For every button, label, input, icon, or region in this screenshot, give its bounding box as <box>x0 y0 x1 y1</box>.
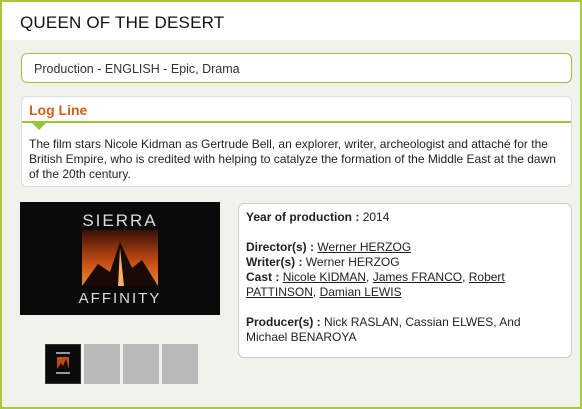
sierra-affinity-logo: SIERRA AFFINITY <box>20 202 220 315</box>
producer-label: Producer(s) : <box>246 315 321 329</box>
title-bar: QUEEN OF THE DESERT <box>2 2 580 40</box>
year-label: Year of production : <box>246 210 360 224</box>
writer-row: Writer(s) : Werner HERZOG <box>246 255 564 270</box>
poster-image[interactable]: SIERRA AFFINITY <box>20 202 220 315</box>
director-link[interactable]: Werner HERZOG <box>317 240 411 254</box>
year-value: 2014 <box>362 210 390 224</box>
cast-label: Cast : <box>246 270 280 284</box>
writer-value: Werner HERZOG <box>305 255 400 269</box>
logline-text: The film stars Nicole Kidman as Gertrude… <box>29 137 556 181</box>
logline-heading: Log Line <box>29 102 88 118</box>
cast-link[interactable]: Damian LEWIS <box>320 285 402 299</box>
thumbnail-logo-icon <box>56 352 70 374</box>
producer-row: Producer(s) : Nick RASLAN, Cassian ELWES… <box>246 315 564 345</box>
thumbnail-1[interactable] <box>45 344 81 384</box>
cast-row: Cast : Nicole KIDMAN, James FRANCO, Robe… <box>246 270 505 299</box>
logo-text-top: SIERRA <box>82 211 157 230</box>
cast-link[interactable]: Nicole KIDMAN <box>283 270 366 284</box>
logline-pointer-icon <box>32 123 46 130</box>
production-info-text: Production - ENGLISH - Epic, Drama <box>34 62 240 76</box>
director-row: Director(s) : Werner HERZOG <box>246 240 564 255</box>
thumbnail-3[interactable] <box>123 344 159 384</box>
year-row: Year of production : 2014 <box>246 210 564 225</box>
page-title: QUEEN OF THE DESERT <box>20 13 225 32</box>
cast-link[interactable]: James FRANCO <box>373 270 462 284</box>
director-label: Director(s) : <box>246 240 315 254</box>
thumbnail-2[interactable] <box>84 344 120 384</box>
logline-header: Log Line <box>22 97 571 123</box>
logo-text-bottom: AFFINITY <box>79 290 162 307</box>
page-frame: QUEEN OF THE DESERT Production - ENGLISH… <box>2 2 580 407</box>
production-info-box: Production - ENGLISH - Epic, Drama <box>21 53 572 83</box>
writer-label: Writer(s) : <box>246 255 303 269</box>
thumbnail-4[interactable] <box>162 344 198 384</box>
film-details-box: Year of production : 2014 Director(s) : … <box>238 203 572 358</box>
logline-panel: Log Line The film stars Nicole Kidman as… <box>21 96 572 187</box>
